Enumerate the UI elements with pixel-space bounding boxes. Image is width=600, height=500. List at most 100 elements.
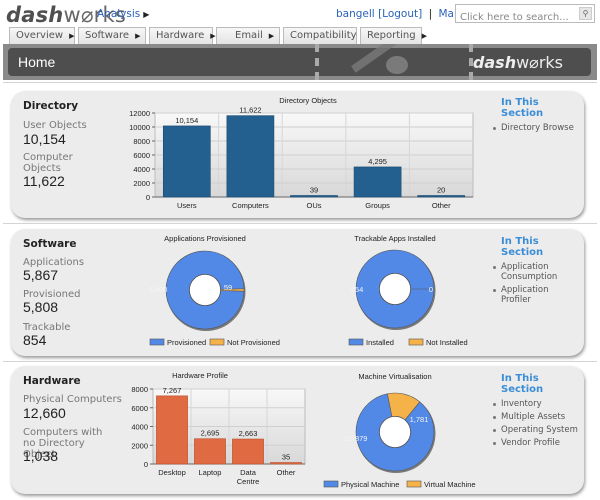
slice-label: 854 bbox=[351, 285, 364, 294]
data-label: 39 bbox=[310, 186, 318, 195]
decorative-knob bbox=[386, 56, 408, 74]
section-heading: In This Section bbox=[501, 373, 544, 395]
tab-label: Hardware bbox=[156, 30, 205, 41]
y-tick-label: 10000 bbox=[129, 123, 150, 132]
legend-swatch bbox=[348, 338, 364, 346]
breadcrumb-label: Analysis bbox=[97, 8, 141, 20]
software-panel: Software Applications 5,867 Provisioned … bbox=[11, 229, 584, 356]
tab-label: Email bbox=[235, 30, 263, 41]
data-label: 20 bbox=[437, 186, 445, 195]
chart-title: Machine Virtualisation bbox=[358, 372, 431, 381]
legend-label: Provisioned bbox=[167, 338, 206, 347]
decorative-dashed-line bbox=[469, 44, 474, 80]
donut-hole bbox=[189, 274, 222, 307]
applications-provisioned-chart: Applications Provisioned 5,808 59 Provision… bbox=[149, 234, 280, 347]
app-root: dashw⌀rks Analysis▶ bangell [Logout] | M… bbox=[0, 0, 600, 500]
legend-swatch bbox=[323, 480, 339, 488]
stat-value: 1,038 bbox=[23, 448, 59, 464]
tab-email[interactable]: Email ▶ bbox=[216, 27, 280, 44]
legend-swatch bbox=[408, 338, 424, 346]
page-header-band: Home dashw⌀rks bbox=[3, 44, 597, 80]
x-tick-label: Centre bbox=[237, 477, 260, 486]
bar-users bbox=[162, 125, 211, 198]
chart-title: Trackable Apps Installed bbox=[354, 234, 435, 243]
bar-computers bbox=[226, 115, 275, 198]
legend-swatch bbox=[406, 480, 422, 488]
bar-ous bbox=[290, 195, 338, 198]
tab-software[interactable]: Software ▶ bbox=[78, 27, 146, 44]
breadcrumb-analysis[interactable]: Analysis ▶ bbox=[97, 8, 149, 20]
panel-title: Software bbox=[23, 238, 77, 250]
stat-value: 11,622 bbox=[23, 173, 65, 189]
page-header-inner: Home dashw⌀rks bbox=[8, 48, 591, 76]
tab-reporting[interactable]: Reporting ▶ bbox=[360, 27, 427, 44]
y-tick-label: 4000 bbox=[131, 423, 148, 432]
x-tick-label: Laptop bbox=[199, 468, 222, 477]
page-title: Home bbox=[18, 54, 56, 70]
y-tick-label: 8000 bbox=[133, 137, 150, 146]
y-tick-label: 0 bbox=[144, 460, 148, 469]
legend-swatch bbox=[209, 338, 225, 346]
link-application-profiler[interactable]: Application Profiler bbox=[491, 285, 581, 305]
link-multiple-assets[interactable]: Multiple Assets bbox=[491, 412, 581, 422]
slice-label: 1,781 bbox=[410, 415, 429, 424]
slice-label: 10,879 bbox=[345, 434, 368, 443]
username-link[interactable]: bangell bbox=[336, 8, 375, 20]
y-tick-label: 0 bbox=[146, 193, 150, 202]
x-tick-label: Other bbox=[432, 201, 451, 210]
tab-hardware[interactable]: Hardware ▶ bbox=[149, 27, 216, 44]
hardware-section-links: In This Section Inventory Multiple Asset… bbox=[491, 373, 581, 451]
link-inventory[interactable]: Inventory bbox=[491, 399, 581, 409]
divider bbox=[3, 223, 597, 224]
y-tick-label: 8000 bbox=[131, 385, 148, 394]
directory-objects-chart: Directory Objects 0 2000 4000 6000 8000 10000 1… bbox=[129, 96, 474, 210]
legend-label: Not Provisioned bbox=[227, 338, 280, 347]
stat-value: 5,808 bbox=[23, 299, 59, 315]
tab-overview[interactable]: Overview ▶ bbox=[9, 27, 75, 44]
slice-label: 5,808 bbox=[149, 285, 168, 294]
tab-label: Reporting bbox=[367, 30, 416, 41]
tab-compatibility[interactable]: Compatibility▶ bbox=[283, 27, 368, 44]
divider bbox=[3, 82, 597, 83]
y-tick-label: 6000 bbox=[131, 404, 148, 413]
search-input[interactable] bbox=[456, 9, 574, 26]
y-tick-label: 12000 bbox=[129, 109, 150, 118]
caret-right-icon: ▶ bbox=[421, 32, 428, 40]
bar-groups bbox=[353, 166, 402, 198]
donut-hole bbox=[379, 273, 412, 306]
link-vendor-profile[interactable]: Vendor Profile bbox=[491, 438, 581, 448]
x-tick-label: Other bbox=[277, 468, 296, 477]
search-box: ⚲ bbox=[455, 4, 595, 26]
y-tick-label: 4000 bbox=[133, 165, 150, 174]
data-label: 2,695 bbox=[201, 429, 220, 438]
slice-label: 0 bbox=[429, 285, 433, 294]
legend-swatch bbox=[149, 338, 165, 346]
bar-desktop bbox=[156, 395, 188, 465]
link-application-consumption[interactable]: Application Consumption bbox=[491, 262, 581, 282]
brand-rest: w⌀rks bbox=[516, 53, 563, 72]
x-tick-label: Computers bbox=[232, 201, 269, 210]
link-directory-browse[interactable]: Directory Browse bbox=[491, 123, 581, 133]
machine-virtualisation-chart: Machine Virtualisation 10,879 1,781 Physica… bbox=[323, 372, 476, 489]
separator: | bbox=[428, 8, 433, 20]
logout-link[interactable]: [Logout] bbox=[378, 8, 422, 20]
legend-label: Physical Machine bbox=[341, 480, 399, 489]
x-tick-label: Users bbox=[177, 201, 197, 210]
chart-title: Directory Objects bbox=[279, 96, 337, 105]
y-tick-label: 6000 bbox=[133, 151, 150, 160]
hardware-panel: Hardware Physical Computers 12,660 Compu… bbox=[11, 366, 584, 494]
stat-label: Computer Objects bbox=[23, 152, 73, 174]
link-operating-system[interactable]: Operating System bbox=[491, 425, 581, 435]
chart-title: Hardware Profile bbox=[172, 371, 228, 380]
data-label: 35 bbox=[282, 453, 290, 462]
section-heading: In This Section bbox=[501, 97, 544, 119]
data-label: 11,622 bbox=[239, 106, 261, 115]
bar-other bbox=[270, 462, 302, 465]
donut-hole bbox=[379, 416, 412, 449]
search-icon[interactable]: ⚲ bbox=[579, 7, 592, 20]
x-tick-label: Desktop bbox=[158, 468, 186, 477]
legend-label: Not Installed bbox=[426, 338, 468, 347]
legend-label: Virtual Machine bbox=[424, 480, 476, 489]
panel-title: Hardware bbox=[23, 375, 81, 387]
stat-value: 12,660 bbox=[23, 405, 66, 421]
